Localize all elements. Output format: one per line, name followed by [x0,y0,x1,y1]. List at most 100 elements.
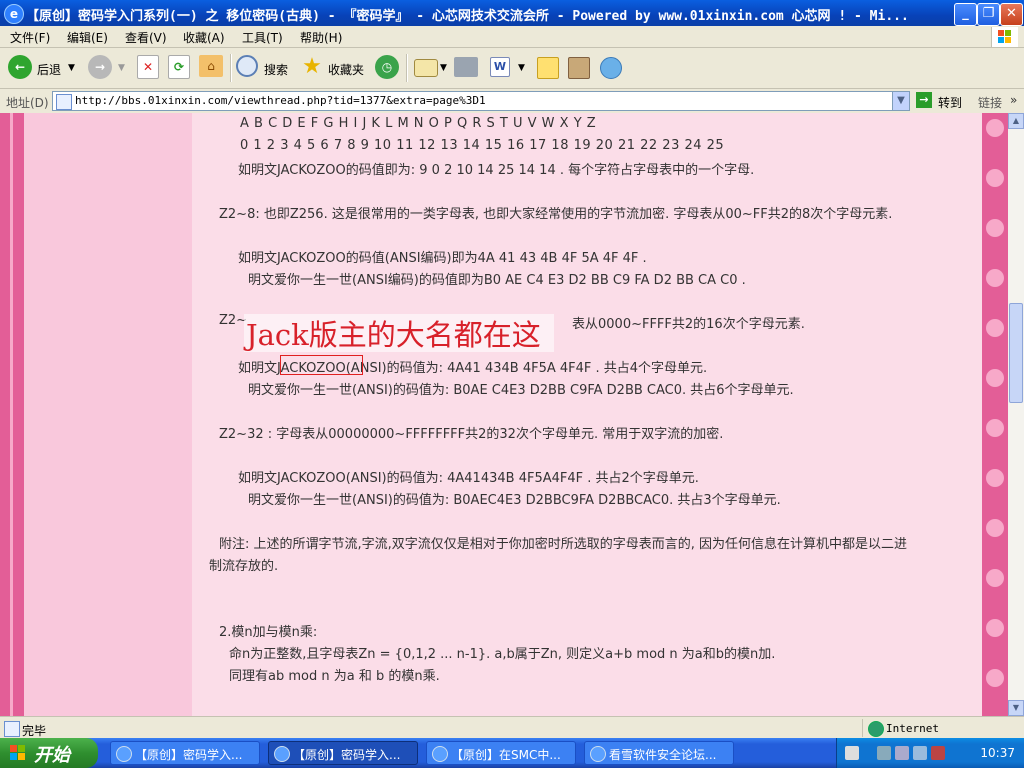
taskbar-item-label: 【原创】在SMC中... [451,748,561,762]
search-button-label[interactable]: 搜索 [264,61,288,78]
mail-icon[interactable] [414,59,438,77]
research-icon[interactable] [568,57,590,79]
toolbar-separator [230,54,232,82]
status-bar: 完毕 Internet [0,716,1024,739]
address-dropdown-icon[interactable]: ▼ [892,92,909,110]
refresh-icon[interactable]: ⟳ [168,55,190,79]
annotation-highlight-box [280,355,363,375]
text-line: 同理有ab mod n 为a 和 b 的模n乘. [229,669,440,684]
address-bar: 地址(D) http://bbs.01xinxin.com/viewthread… [0,89,1024,114]
text-line: 表从0000~FFFF共2的16次个字母元素. [572,317,805,332]
print-icon[interactable] [454,57,478,77]
back-button-label[interactable]: 后退 [37,61,61,78]
page-content: A B C D E F G H I J K L M N O P Q R S T … [0,113,1008,716]
menu-file[interactable]: 文件(F) [10,29,50,46]
menu-view[interactable]: 查看(V) [125,29,167,46]
messenger-icon[interactable] [600,57,622,79]
taskbar-item-label: 【原创】密码学入... [135,748,243,762]
text-line: 明文爱你一生一世(ANSI编码)的码值即为B0 AE C4 E3 D2 BB C… [248,273,746,288]
taskbar-item[interactable]: 看雪软件安全论坛... [584,741,734,765]
volume-icon[interactable] [895,746,909,760]
security-zone: Internet [886,722,939,735]
text-line: Z2~ [219,313,248,328]
toolbar-separator [406,54,408,82]
tray-app-icon[interactable] [913,746,927,760]
links-label[interactable]: 链接 [978,94,1002,111]
tray-app-icon[interactable] [931,746,945,760]
back-arrow-icon[interactable]: ← [8,55,32,79]
text-line: Z2~8: 也即Z256. 这是很常用的一类字母表, 也即大家经常使用的字节流加… [219,207,893,222]
text-line: 如明文JACKOZOO的码值即为: 9 0 2 10 14 25 14 14 .… [238,163,755,178]
maximize-button[interactable]: ❐ [977,3,1000,26]
start-label: 开始 [34,745,70,766]
text-line: 如明文JACKOZOO(ANSI)的码值为: 4A41434B 4F5A4F4F… [238,471,699,486]
globe-icon [868,721,884,737]
taskbar: 开始 【原创】密码学入... 【原创】密码学入... 【原创】在SMC中... … [0,738,1024,768]
number-row: 0 1 2 3 4 5 6 7 8 9 10 11 12 13 14 15 16… [240,138,725,153]
left-decorative-border [0,113,24,716]
taskbar-item-label: 【原创】密码学入... [293,748,401,762]
mail-dropdown-icon[interactable]: ▼ [440,63,447,73]
page-done-icon [4,721,20,737]
left-panel [24,113,192,716]
forward-dropdown-icon[interactable]: ▼ [118,63,125,73]
go-button[interactable]: 转到 [938,94,962,111]
edit-dropdown-icon[interactable]: ▼ [518,63,525,73]
status-text: 完毕 [22,724,47,738]
toolbar: ← 后退 ▼ → ▼ ✕ ⟳ ⌂ 搜索 ★ 收藏夹 ◷ ▼ W ▼ [0,48,1024,89]
taskbar-item-active[interactable]: 【原创】密码学入... [268,741,418,765]
alphabet-row: A B C D E F G H I J K L M N O P Q R S T … [240,116,597,131]
ie-icon: e [4,4,24,24]
windows-flag-icon [10,745,26,761]
menu-bar: 文件(F) 编辑(E) 查看(V) 收藏(A) 工具(T) 帮助(H) [0,26,1024,48]
system-tray: 10:37 [836,738,1024,768]
links-more-chevron-icon[interactable]: » [1010,93,1017,107]
scroll-down-icon[interactable]: ▼ [1008,700,1024,716]
scroll-thumb[interactable] [1009,303,1023,403]
windows-logo-icon [991,27,1018,47]
ie-icon [590,746,606,762]
back-dropdown-icon[interactable]: ▼ [68,63,75,73]
keyboard-icon[interactable] [845,746,859,760]
text-line: 如明文JACKOZOO的码值(ANSI编码)即为4A 41 43 4B 4F 5… [238,251,647,266]
text-line: 命n为正整数,且字母表Zn = {0,1,2 ... n-1}. a,b属于Zn… [229,647,776,662]
taskbar-item-label: 看雪软件安全论坛... [609,748,717,762]
taskbar-item[interactable]: 【原创】在SMC中... [426,741,576,765]
close-button[interactable]: ✕ [1000,3,1023,26]
text-line: 附注: 上述的所谓字节流,字流,双字流仅仅是相对于你加密时所选取的字母表而言的,… [219,537,908,552]
menu-help[interactable]: 帮助(H) [300,29,342,46]
favorites-star-icon[interactable]: ★ [300,55,324,79]
edit-word-icon[interactable]: W [490,57,510,77]
forward-arrow-icon[interactable]: → [88,55,112,79]
clock[interactable]: 10:37 [980,746,1015,760]
search-icon[interactable] [236,55,258,77]
window-title-bar[interactable]: e 【原创】密码学入门系列(一) 之 移位密码(古典) - 『密码学』 - 心芯… [0,0,1024,26]
text-line: Z2~32 : 字母表从00000000~FFFFFFFF共2的32次个字母单元… [219,427,724,442]
address-input[interactable]: http://bbs.01xinxin.com/viewthread.php?t… [52,91,910,111]
start-button[interactable]: 开始 [0,738,98,768]
taskbar-item[interactable]: 【原创】密码学入... [110,741,260,765]
minimize-button[interactable]: _ [954,3,977,26]
scroll-up-icon[interactable]: ▲ [1008,113,1024,129]
window-title: 【原创】密码学入门系列(一) 之 移位密码(古典) - 『密码学』 - 心芯网技… [26,9,909,24]
history-icon[interactable]: ◷ [375,55,399,79]
ie-icon [432,746,448,762]
right-decorative-border [982,113,1008,716]
annotation-text: Jack版主的大名都在这 [246,318,541,352]
menu-edit[interactable]: 编辑(E) [67,29,108,46]
menu-tools[interactable]: 工具(T) [242,29,283,46]
network-icon[interactable] [877,746,891,760]
address-label: 地址(D) [6,96,49,110]
address-url[interactable]: http://bbs.01xinxin.com/viewthread.php?t… [75,94,486,107]
ie-icon [116,746,132,762]
status-separator [862,719,863,737]
discuss-icon[interactable] [537,57,559,79]
text-line: 制流存放的. [209,559,279,574]
home-icon[interactable]: ⌂ [199,55,223,77]
go-arrow-icon[interactable]: → [916,92,932,108]
text-line: 明文爱你一生一世(ANSI)的码值为: B0AEC4E3 D2BBC9FA D2… [248,493,781,508]
favorites-button-label[interactable]: 收藏夹 [328,61,364,78]
stop-icon[interactable]: ✕ [137,55,159,79]
vertical-scrollbar[interactable]: ▲ ▼ [1008,113,1024,716]
menu-favorites[interactable]: 收藏(A) [183,29,225,46]
